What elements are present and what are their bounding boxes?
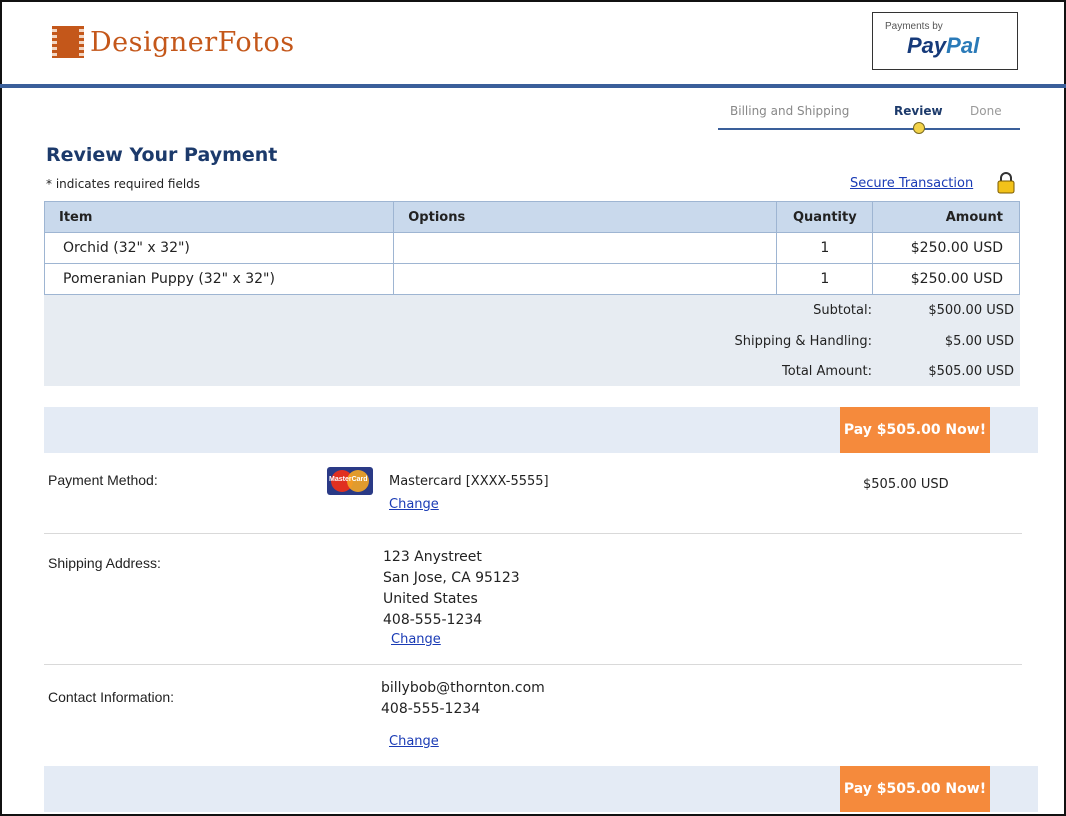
contact-details: billybob@thornton.com 408-555-1234 — [381, 678, 545, 720]
payment-amount: $505.00 USD — [863, 477, 949, 492]
shipping-address-label: Shipping Address: — [48, 555, 161, 571]
row-amount: $250.00 USD — [910, 240, 1004, 256]
paypal-logo-pay: Pay — [907, 33, 947, 58]
contact-phone: 408-555-1234 — [381, 701, 481, 717]
address-line-3: United States — [383, 591, 478, 607]
row-options — [394, 233, 778, 263]
section-divider — [44, 664, 1022, 665]
order-totals: Subtotal: $500.00 USD Shipping & Handlin… — [44, 295, 1020, 386]
row-item: Orchid (32" x 32") — [45, 233, 395, 263]
change-contact-link[interactable]: Change — [389, 734, 439, 749]
progress-line — [718, 128, 1020, 130]
mastercard-icon: MasterCard — [327, 467, 373, 495]
pay-bar-bottom: Pay $505.00 Now! — [44, 766, 1038, 812]
step-done: Done — [970, 104, 1002, 118]
shipping-label: Shipping & Handling: — [734, 333, 872, 349]
contact-information-label: Contact Information: — [48, 689, 175, 705]
address-line-1: 123 Anystreet — [383, 549, 482, 565]
table-row: Pomeranian Puppy (32" x 32") 1 $250.00 U… — [44, 264, 1020, 295]
shipping-address: 123 Anystreet San Jose, CA 95123 United … — [383, 547, 520, 631]
header-options: Options — [394, 202, 778, 232]
header-item: Item — [45, 202, 395, 232]
logo-text: DesignerFotos — [90, 26, 295, 58]
contact-email: billybob@thornton.com — [381, 680, 545, 696]
header-quantity: Quantity — [777, 202, 874, 232]
paypal-badge: Payments by PayPal — [872, 12, 1018, 70]
subtotal-label: Subtotal: — [813, 302, 872, 318]
mastercard-logo-text: MasterCard — [329, 476, 368, 483]
page-title: Review Your Payment — [46, 144, 278, 166]
lock-icon — [997, 172, 1015, 194]
pay-now-button[interactable]: Pay $505.00 Now! — [840, 766, 990, 812]
row-options — [394, 264, 778, 294]
address-phone: 408-555-1234 — [383, 612, 483, 628]
paypal-logo-pal: Pal — [946, 33, 980, 58]
pay-bar-top: Pay $505.00 Now! — [44, 407, 1038, 453]
total-line: Total Amount: $505.00 USD — [730, 356, 1020, 386]
row-item: Pomeranian Puppy (32" x 32") — [45, 264, 395, 294]
step-billing-shipping: Billing and Shipping — [730, 104, 850, 118]
address-line-2: San Jose, CA 95123 — [383, 570, 520, 586]
subtotal-value: $500.00 USD — [928, 302, 1014, 318]
shipping-value: $5.00 USD — [944, 333, 1014, 349]
table-row: Orchid (32" x 32") 1 $250.00 USD — [44, 233, 1020, 264]
header-divider — [0, 84, 1066, 88]
paypal-logo: PayPal — [907, 33, 979, 59]
change-payment-link[interactable]: Change — [389, 497, 439, 512]
section-divider — [44, 533, 1022, 534]
change-shipping-link[interactable]: Change — [391, 632, 441, 647]
row-amount: $250.00 USD — [910, 271, 1004, 287]
current-step-indicator — [913, 122, 925, 134]
order-items-table: Item Options Quantity Amount Orchid (32"… — [44, 201, 1020, 295]
header-amount: Amount — [945, 209, 1003, 225]
film-icon — [52, 26, 84, 58]
required-fields-note: * indicates required fields — [46, 177, 201, 191]
card-details: Mastercard [XXXX-5555] — [389, 474, 549, 489]
total-value: $505.00 USD — [928, 363, 1014, 379]
paypal-by-text: Payments by — [885, 21, 943, 32]
total-label: Total Amount: — [782, 363, 872, 379]
row-quantity: 1 — [777, 233, 874, 263]
shipping-line: Shipping & Handling: $5.00 USD — [730, 326, 1020, 356]
pay-now-button[interactable]: Pay $505.00 Now! — [840, 407, 990, 453]
row-quantity: 1 — [777, 264, 874, 294]
payment-method-label: Payment Method: — [48, 472, 158, 488]
secure-transaction-link[interactable]: Secure Transaction — [850, 176, 973, 191]
subtotal-line: Subtotal: $500.00 USD — [730, 295, 1020, 325]
site-logo[interactable]: DesignerFotos — [52, 26, 295, 58]
progress-steps: Billing and Shipping Review Done — [718, 104, 1020, 134]
step-review: Review — [894, 104, 943, 118]
table-header: Item Options Quantity Amount — [44, 201, 1020, 233]
